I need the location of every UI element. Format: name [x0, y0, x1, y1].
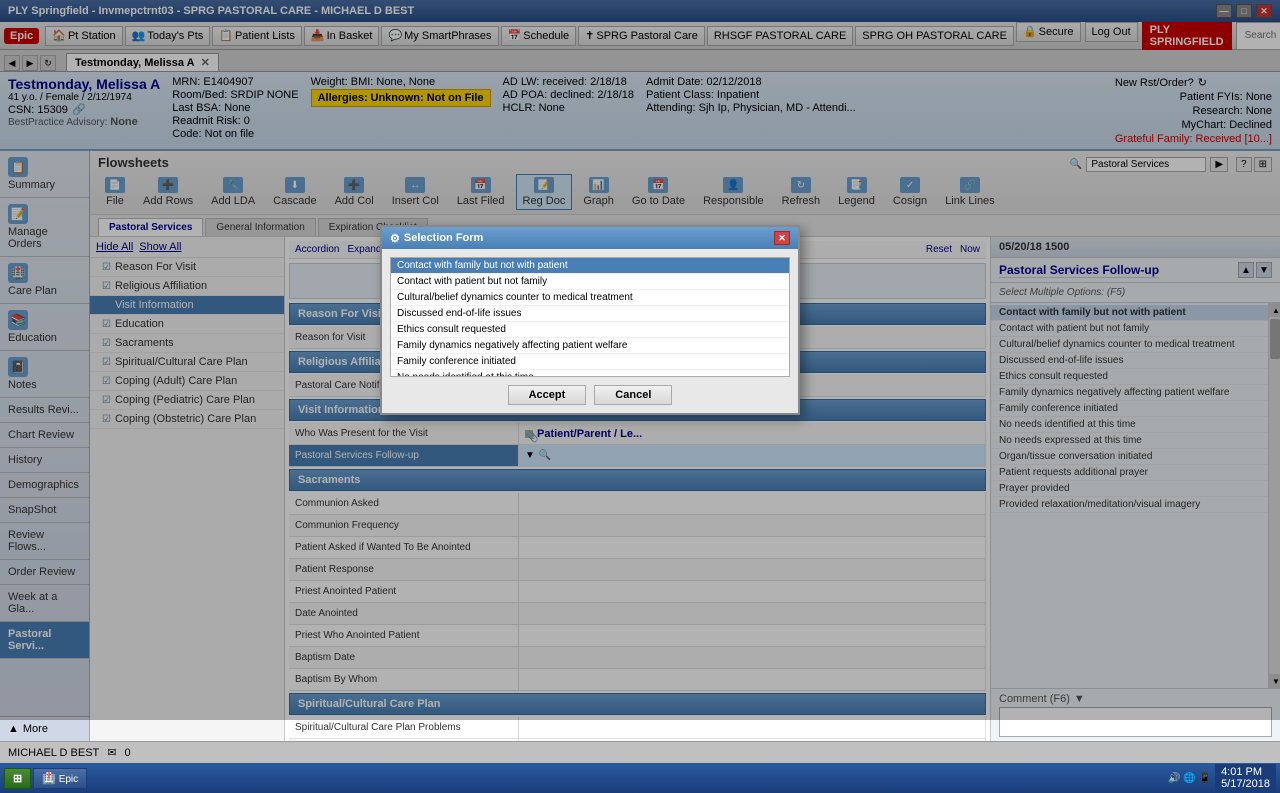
- spiritual-interventions-value[interactable]: [519, 739, 986, 741]
- modal-list-item[interactable]: Cultural/belief dynamics counter to medi…: [391, 290, 789, 306]
- message-icon: ✉: [107, 746, 116, 759]
- modal-content: Contact with family but not with patient…: [382, 249, 798, 413]
- spiritual-problems-value[interactable]: [519, 717, 986, 738]
- modal-header: ⚙ Selection Form ✕: [382, 227, 798, 249]
- modal-list-item[interactable]: Discussed end-of-life issues: [391, 306, 789, 322]
- modal-header-left: ⚙ Selection Form: [390, 232, 483, 245]
- taskbar: ⊞ 🏥 Epic 🔊 🌐 📱 4:01 PM 5/17/2018: [0, 763, 1280, 793]
- message-count: 0: [125, 747, 131, 759]
- cancel-button[interactable]: Cancel: [594, 385, 672, 405]
- status-left: MICHAEL D BEST ✉ 0: [8, 746, 131, 759]
- status-bar: MICHAEL D BEST ✉ 0: [0, 741, 1280, 763]
- start-button[interactable]: ⊞: [4, 768, 31, 789]
- modal-title: Selection Form: [404, 232, 483, 244]
- selection-form-modal: ⚙ Selection Form ✕ Contact with family b…: [380, 225, 800, 415]
- spiritual-problems-label: Spiritual/Cultural Care Plan Problems: [289, 717, 519, 738]
- modal-overlay: ⚙ Selection Form ✕ Contact with family b…: [0, 0, 1280, 720]
- modal-list-item[interactable]: No needs identified at this time: [391, 370, 789, 377]
- modal-buttons: Accept Cancel: [390, 385, 790, 405]
- taskbar-icons: 🔊 🌐 📱: [1168, 773, 1211, 784]
- more-icon: ▲: [8, 723, 19, 735]
- accept-button[interactable]: Accept: [508, 385, 587, 405]
- taskbar-epic-icon: 🏥: [42, 773, 56, 785]
- table-row: Spiritual/Cultural Care Plan Problems: [289, 717, 986, 739]
- status-user: MICHAEL D BEST: [8, 747, 99, 759]
- modal-close-button[interactable]: ✕: [774, 231, 790, 245]
- modal-list-item[interactable]: Contact with patient but not family: [391, 274, 789, 290]
- modal-list-item[interactable]: Ethics consult requested: [391, 322, 789, 338]
- modal-icon: ⚙: [390, 232, 400, 245]
- clock: 4:01 PM 5/17/2018: [1215, 764, 1276, 792]
- spiritual-interventions-label: Spiritual/Cultural Interventions: [289, 739, 519, 741]
- clock-time: 4:01 PM: [1221, 766, 1270, 778]
- taskbar-epic-item[interactable]: 🏥 Epic: [33, 768, 87, 789]
- modal-list[interactable]: Contact with family but not with patient…: [390, 257, 790, 377]
- table-row: Spiritual/Cultural Interventions: [289, 739, 986, 741]
- modal-list-item[interactable]: Family dynamics negatively affecting pat…: [391, 338, 789, 354]
- modal-list-item[interactable]: Contact with family but not with patient: [391, 258, 789, 274]
- clock-date: 5/17/2018: [1221, 778, 1270, 790]
- modal-list-item[interactable]: Family conference initiated: [391, 354, 789, 370]
